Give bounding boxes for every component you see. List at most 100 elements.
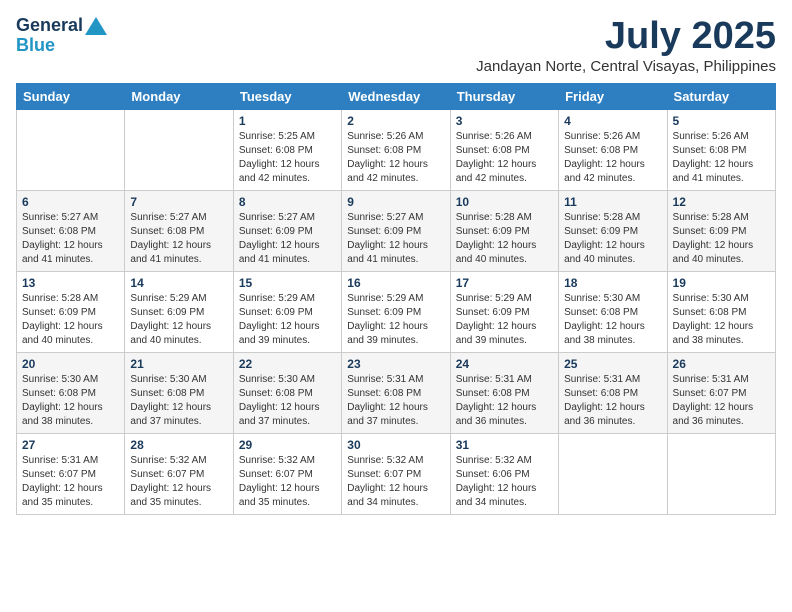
day-info: Sunrise: 5:32 AMSunset: 6:07 PMDaylight:… xyxy=(239,454,336,510)
day-cell: 25 Sunrise: 5:31 AMSunset: 6:08 PMDayligh… xyxy=(559,352,667,433)
day-info: Sunrise: 5:31 AMSunset: 6:07 PMDaylight:… xyxy=(673,373,770,429)
day-cell: 18 Sunrise: 5:30 AMSunset: 6:08 PMDayligh… xyxy=(559,271,667,352)
day-cell: 19 Sunrise: 5:30 AMSunset: 6:08 PMDayligh… xyxy=(667,271,775,352)
col-header-monday: Monday xyxy=(125,83,233,109)
day-number: 9 xyxy=(347,195,444,209)
day-cell: 21Sunrise: 5:30 AMSunset: 6:08 PMDayligh… xyxy=(125,352,233,433)
day-cell xyxy=(667,433,775,514)
day-info: Sunrise: 5:27 AMSunset: 6:09 PMDaylight:… xyxy=(347,211,444,267)
day-number: 27 xyxy=(22,438,119,452)
day-cell: 15 Sunrise: 5:29 AMSunset: 6:09 PMDayligh… xyxy=(233,271,341,352)
day-number: 30 xyxy=(347,438,444,452)
day-info: Sunrise: 5:26 AMSunset: 6:08 PMDaylight:… xyxy=(673,130,770,186)
day-info: Sunrise: 5:28 AMSunset: 6:09 PMDaylight:… xyxy=(673,211,770,267)
day-number: 11 xyxy=(564,195,661,209)
col-header-tuesday: Tuesday xyxy=(233,83,341,109)
day-info: Sunrise: 5:26 AMSunset: 6:08 PMDaylight:… xyxy=(347,130,444,186)
location: Jandayan Norte, Central Visayas, Philipp… xyxy=(476,58,776,75)
day-info: Sunrise: 5:32 AMSunset: 6:06 PMDaylight:… xyxy=(456,454,553,510)
day-cell: 4 Sunrise: 5:26 AMSunset: 6:08 PMDaylight… xyxy=(559,109,667,190)
day-info: Sunrise: 5:28 AMSunset: 6:09 PMDaylight:… xyxy=(22,292,119,348)
col-header-saturday: Saturday xyxy=(667,83,775,109)
day-cell: 13 Sunrise: 5:28 AMSunset: 6:09 PMDayligh… xyxy=(17,271,125,352)
day-number: 2 xyxy=(347,114,444,128)
day-cell xyxy=(17,109,125,190)
day-info: Sunrise: 5:26 AMSunset: 6:08 PMDaylight:… xyxy=(564,130,661,186)
day-cell: 20 Sunrise: 5:30 AMSunset: 6:08 PMDayligh… xyxy=(17,352,125,433)
day-cell: 5Sunrise: 5:26 AMSunset: 6:08 PMDaylight… xyxy=(667,109,775,190)
day-info: Sunrise: 5:28 AMSunset: 6:09 PMDaylight:… xyxy=(564,211,661,267)
day-cell: 28Sunrise: 5:32 AMSunset: 6:07 PMDayligh… xyxy=(125,433,233,514)
day-number: 26 xyxy=(673,357,770,371)
day-info: Sunrise: 5:31 AMSunset: 6:07 PMDaylight:… xyxy=(22,454,119,510)
calendar-header-row: SundayMondayTuesdayWednesdayThursdayFrid… xyxy=(17,83,776,109)
day-cell: 29 Sunrise: 5:32 AMSunset: 6:07 PMDayligh… xyxy=(233,433,341,514)
day-cell: 16Sunrise: 5:29 AMSunset: 6:09 PMDayligh… xyxy=(342,271,450,352)
calendar-table: SundayMondayTuesdayWednesdayThursdayFrid… xyxy=(16,83,776,515)
day-info: Sunrise: 5:29 AMSunset: 6:09 PMDaylight:… xyxy=(347,292,444,348)
day-number: 4 xyxy=(564,114,661,128)
day-number: 15 xyxy=(239,276,336,290)
day-number: 14 xyxy=(130,276,227,290)
day-number: 1 xyxy=(239,114,336,128)
day-info: Sunrise: 5:27 AMSunset: 6:08 PMDaylight:… xyxy=(130,211,227,267)
day-number: 12 xyxy=(673,195,770,209)
col-header-sunday: Sunday xyxy=(17,83,125,109)
day-number: 31 xyxy=(456,438,553,452)
day-info: Sunrise: 5:26 AMSunset: 6:08 PMDaylight:… xyxy=(456,130,553,186)
day-cell: 14Sunrise: 5:29 AMSunset: 6:09 PMDayligh… xyxy=(125,271,233,352)
week-row-5: 27 Sunrise: 5:31 AMSunset: 6:07 PMDayligh… xyxy=(17,433,776,514)
title-block: July 2025 Jandayan Norte, Central Visaya… xyxy=(476,16,776,75)
day-number: 22 xyxy=(239,357,336,371)
day-cell: 23 Sunrise: 5:31 AMSunset: 6:08 PMDayligh… xyxy=(342,352,450,433)
day-number: 7 xyxy=(130,195,227,209)
day-cell: 11 Sunrise: 5:28 AMSunset: 6:09 PMDayligh… xyxy=(559,190,667,271)
day-info: Sunrise: 5:25 AMSunset: 6:08 PMDaylight:… xyxy=(239,130,336,186)
col-header-friday: Friday xyxy=(559,83,667,109)
col-header-thursday: Thursday xyxy=(450,83,558,109)
day-number: 19 xyxy=(673,276,770,290)
day-cell: 9 Sunrise: 5:27 AMSunset: 6:09 PMDaylight… xyxy=(342,190,450,271)
day-cell xyxy=(559,433,667,514)
day-info: Sunrise: 5:30 AMSunset: 6:08 PMDaylight:… xyxy=(130,373,227,429)
day-cell: 27 Sunrise: 5:31 AMSunset: 6:07 PMDayligh… xyxy=(17,433,125,514)
day-cell: 17 Sunrise: 5:29 AMSunset: 6:09 PMDayligh… xyxy=(450,271,558,352)
day-info: Sunrise: 5:30 AMSunset: 6:08 PMDaylight:… xyxy=(673,292,770,348)
day-number: 13 xyxy=(22,276,119,290)
day-info: Sunrise: 5:31 AMSunset: 6:08 PMDaylight:… xyxy=(456,373,553,429)
logo: General Blue xyxy=(16,16,107,54)
day-cell: 26 Sunrise: 5:31 AMSunset: 6:07 PMDayligh… xyxy=(667,352,775,433)
day-number: 3 xyxy=(456,114,553,128)
day-info: Sunrise: 5:30 AMSunset: 6:08 PMDaylight:… xyxy=(564,292,661,348)
day-number: 20 xyxy=(22,357,119,371)
day-cell: 3 Sunrise: 5:26 AMSunset: 6:08 PMDaylight… xyxy=(450,109,558,190)
day-info: Sunrise: 5:30 AMSunset: 6:08 PMDaylight:… xyxy=(22,373,119,429)
day-info: Sunrise: 5:31 AMSunset: 6:08 PMDaylight:… xyxy=(347,373,444,429)
day-number: 23 xyxy=(347,357,444,371)
day-number: 29 xyxy=(239,438,336,452)
day-cell: 1 Sunrise: 5:25 AMSunset: 6:08 PMDaylight… xyxy=(233,109,341,190)
day-info: Sunrise: 5:27 AMSunset: 6:08 PMDaylight:… xyxy=(22,211,119,267)
col-header-wednesday: Wednesday xyxy=(342,83,450,109)
day-info: Sunrise: 5:32 AMSunset: 6:07 PMDaylight:… xyxy=(347,454,444,510)
page-header: General Blue July 2025 Jandayan Norte, C… xyxy=(16,16,776,75)
day-number: 18 xyxy=(564,276,661,290)
day-number: 10 xyxy=(456,195,553,209)
week-row-2: 6Sunrise: 5:27 AMSunset: 6:08 PMDaylight… xyxy=(17,190,776,271)
day-cell: 31 Sunrise: 5:32 AMSunset: 6:06 PMDayligh… xyxy=(450,433,558,514)
logo-blue: Blue xyxy=(16,36,107,54)
day-number: 25 xyxy=(564,357,661,371)
logo-text: General xyxy=(16,16,107,36)
day-cell: 2 Sunrise: 5:26 AMSunset: 6:08 PMDaylight… xyxy=(342,109,450,190)
day-cell: 12 Sunrise: 5:28 AMSunset: 6:09 PMDayligh… xyxy=(667,190,775,271)
day-info: Sunrise: 5:31 AMSunset: 6:08 PMDaylight:… xyxy=(564,373,661,429)
day-cell: 8Sunrise: 5:27 AMSunset: 6:09 PMDaylight… xyxy=(233,190,341,271)
day-cell: 6Sunrise: 5:27 AMSunset: 6:08 PMDaylight… xyxy=(17,190,125,271)
day-info: Sunrise: 5:29 AMSunset: 6:09 PMDaylight:… xyxy=(239,292,336,348)
day-number: 17 xyxy=(456,276,553,290)
day-number: 24 xyxy=(456,357,553,371)
day-cell: 7 Sunrise: 5:27 AMSunset: 6:08 PMDaylight… xyxy=(125,190,233,271)
day-cell: 22Sunrise: 5:30 AMSunset: 6:08 PMDayligh… xyxy=(233,352,341,433)
day-info: Sunrise: 5:29 AMSunset: 6:09 PMDaylight:… xyxy=(456,292,553,348)
day-number: 28 xyxy=(130,438,227,452)
